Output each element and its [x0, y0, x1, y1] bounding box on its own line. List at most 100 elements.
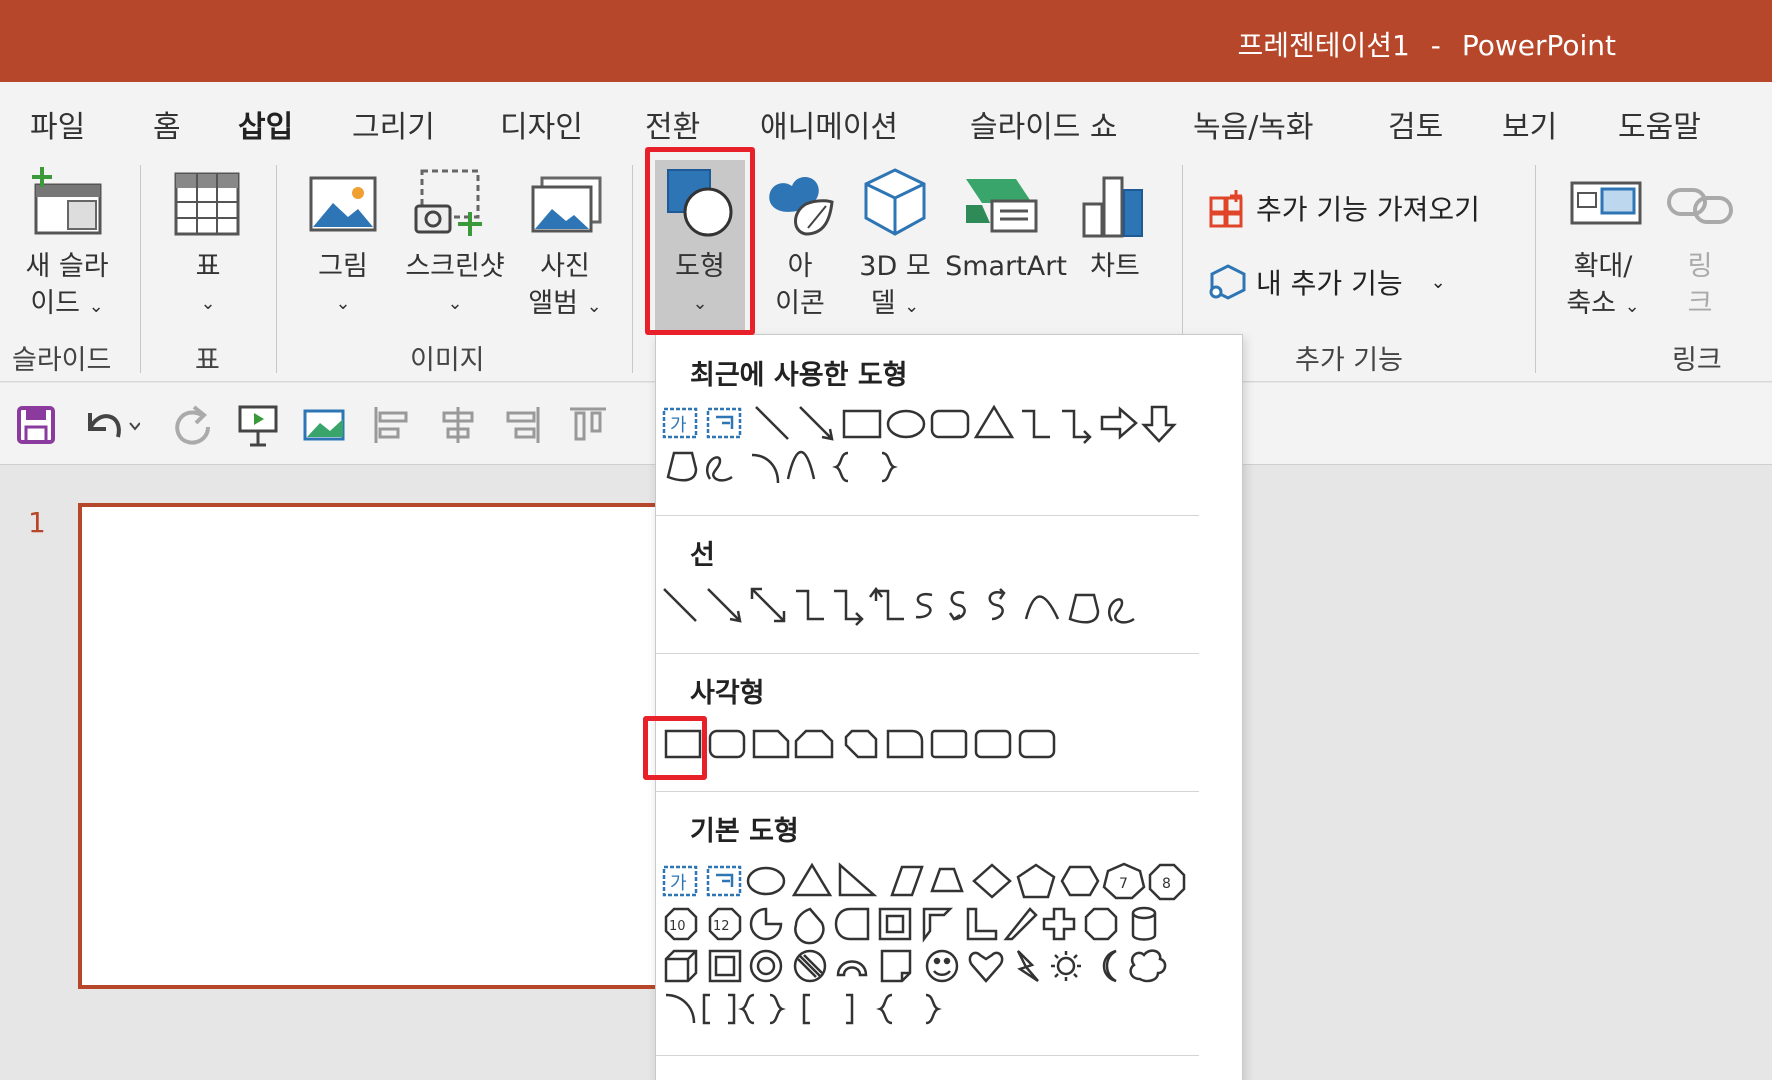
triangle-icon[interactable]: [973, 404, 1015, 439]
screenshot-button[interactable]: [412, 168, 492, 242]
tab-draw[interactable]: 그리기: [352, 102, 435, 146]
pentagon-icon[interactable]: [1016, 863, 1056, 899]
zoom-button[interactable]: [1568, 175, 1648, 234]
line-icon[interactable]: [755, 406, 789, 440]
round-single-corner-rectangle-icon[interactable]: [930, 729, 968, 759]
round-same-side-rectangle-icon[interactable]: [974, 729, 1012, 759]
cube-shape-icon[interactable]: [664, 949, 698, 983]
cloud-icon[interactable]: [1129, 949, 1167, 983]
right-brace-icon[interactable]: [881, 451, 898, 483]
tab-help[interactable]: 도움말: [1618, 102, 1701, 146]
teardrop-icon[interactable]: [834, 907, 870, 941]
slide-thumbnail[interactable]: [78, 503, 678, 989]
left-brace-icon[interactable]: [832, 451, 849, 483]
chord-icon[interactable]: [794, 907, 825, 945]
rounded-rectangle-icon[interactable]: [708, 729, 746, 759]
block-arc-icon[interactable]: [836, 960, 868, 977]
sun-icon[interactable]: [1051, 951, 1081, 981]
left-bracket-icon[interactable]: [802, 993, 810, 1025]
moon-icon[interactable]: [1102, 949, 1117, 983]
new-slide-button[interactable]: [26, 165, 106, 244]
table-button[interactable]: [172, 170, 242, 244]
arc-icon[interactable]: [751, 453, 780, 484]
decagon-icon[interactable]: 10: [664, 907, 698, 941]
down-arrow-icon[interactable]: [1141, 405, 1177, 443]
octagon-icon[interactable]: 8: [1148, 863, 1186, 901]
tab-review[interactable]: 검토: [1388, 102, 1443, 146]
align-left-icon[interactable]: [370, 403, 414, 447]
double-brace-icon[interactable]: [738, 993, 786, 1025]
snip-same-side-rectangle-icon[interactable]: [794, 729, 834, 759]
arrow-line-icon[interactable]: [799, 406, 834, 441]
rounded-rectangle-icon[interactable]: [930, 409, 970, 439]
tab-transitions[interactable]: 전환: [645, 102, 700, 146]
folded-corner-icon[interactable]: [880, 949, 912, 983]
curved-arrow-connector-icon[interactable]: [948, 591, 966, 621]
curve-icon[interactable]: [786, 450, 816, 480]
photo-album-button[interactable]: [530, 175, 605, 239]
align-right-icon[interactable]: [500, 403, 544, 447]
elbow-arrow-connector-icon[interactable]: [1062, 409, 1092, 444]
freeform-icon[interactable]: [666, 451, 698, 482]
vertical-text-box-icon[interactable]: [706, 865, 742, 897]
elbow-connector-icon[interactable]: [796, 589, 824, 621]
arc-icon[interactable]: [665, 993, 696, 1024]
icons-button[interactable]: [762, 168, 837, 242]
curved-connector-icon[interactable]: [915, 592, 933, 619]
diamond-icon[interactable]: [972, 863, 1012, 899]
text-box-icon[interactable]: 가: [662, 865, 698, 897]
snip-corner-rectangle-icon[interactable]: [752, 729, 790, 759]
tab-animations[interactable]: 애니메이션: [760, 102, 898, 146]
smiley-face-icon[interactable]: [925, 949, 959, 983]
scribble-icon[interactable]: [706, 456, 733, 482]
link-button[interactable]: [1665, 180, 1737, 234]
line-icon[interactable]: [663, 588, 697, 622]
double-arrow-line-icon[interactable]: [750, 587, 786, 623]
snip-round-rectangle-icon[interactable]: [886, 729, 924, 759]
align-center-icon[interactable]: [436, 403, 480, 447]
lightning-bolt-icon[interactable]: [1016, 950, 1039, 983]
hexagon-icon[interactable]: [1060, 865, 1100, 897]
right-arrow-icon[interactable]: [1100, 406, 1138, 440]
oval-icon[interactable]: [746, 866, 786, 896]
round-diagonal-rectangle-icon[interactable]: [1018, 729, 1056, 759]
heart-icon[interactable]: [968, 951, 1004, 983]
right-triangle-icon[interactable]: [838, 862, 878, 897]
text-box-icon[interactable]: 가: [662, 407, 698, 439]
arrow-line-icon[interactable]: [707, 588, 742, 623]
smartart-button[interactable]: [962, 175, 1042, 239]
oval-icon[interactable]: [886, 409, 926, 439]
cross-icon[interactable]: [1042, 907, 1076, 941]
can-icon[interactable]: [1131, 906, 1157, 941]
tab-view[interactable]: 보기: [1502, 102, 1557, 146]
frame-icon[interactable]: [878, 907, 912, 941]
chart-button[interactable]: [1080, 168, 1150, 242]
undo-icon[interactable]: [80, 403, 140, 447]
present-icon[interactable]: [236, 403, 280, 447]
diagonal-stripe-icon[interactable]: [1003, 907, 1038, 941]
scribble-icon[interactable]: [1108, 598, 1135, 624]
tab-insert[interactable]: 삽입: [238, 102, 294, 158]
elbow-arrow-connector-icon[interactable]: [834, 589, 864, 626]
pie-icon[interactable]: [749, 907, 783, 941]
rectangle-icon[interactable]: [842, 409, 882, 439]
tab-design[interactable]: 디자인: [500, 102, 583, 146]
l-shape-icon[interactable]: [966, 907, 998, 941]
align-top-icon[interactable]: [566, 403, 610, 447]
heptagon-icon[interactable]: 7: [1102, 862, 1146, 900]
save-icon[interactable]: [16, 405, 56, 445]
snip-diagonal-rectangle-icon[interactable]: [844, 729, 878, 759]
trapezoid-icon[interactable]: [930, 867, 964, 893]
picture-fill-icon[interactable]: [302, 405, 346, 445]
tab-slideshow[interactable]: 슬라이드 쇼: [970, 102, 1118, 146]
get-addins-button[interactable]: 추가 기능 가져오기: [1208, 188, 1480, 228]
plaque-icon[interactable]: [1084, 907, 1118, 941]
dodecagon-icon[interactable]: 12: [708, 907, 742, 941]
picture-button[interactable]: [308, 175, 378, 239]
triangle-icon[interactable]: [791, 862, 833, 897]
elbow-double-arrow-icon[interactable]: [869, 586, 904, 621]
tab-record[interactable]: 녹음/녹화: [1193, 102, 1314, 146]
parallelogram-icon[interactable]: [890, 865, 924, 897]
curve-icon[interactable]: [1024, 595, 1060, 620]
tab-home[interactable]: 홈: [153, 102, 181, 146]
